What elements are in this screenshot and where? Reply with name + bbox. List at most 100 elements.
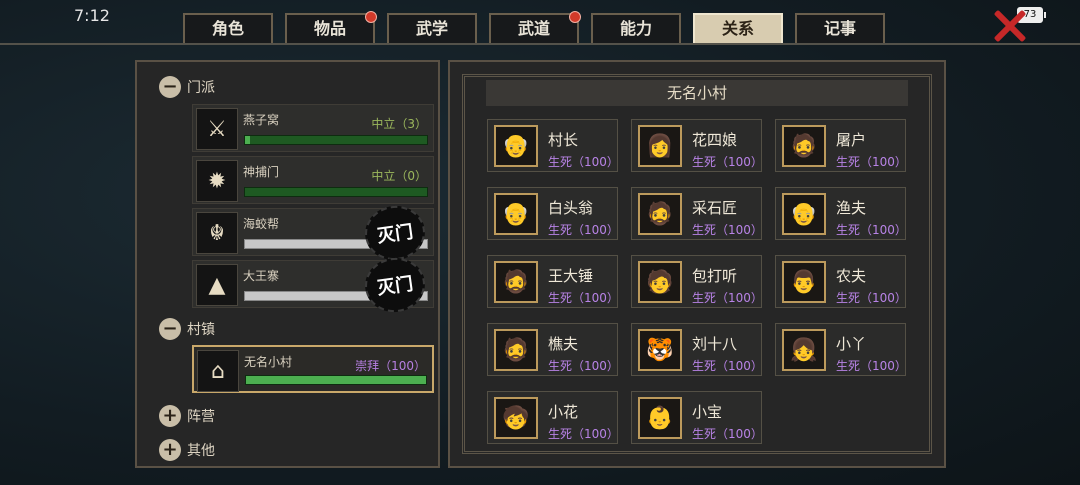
destroyed-stamp: 灭门 <box>361 254 429 316</box>
npc-portrait: 👴 <box>494 125 538 167</box>
npc-portrait: 🐯 <box>638 329 682 371</box>
npc-relation: 生死（100） <box>692 291 763 305</box>
faction-status: 中立（3） <box>371 117 427 131</box>
close-icon[interactable] <box>990 8 1028 44</box>
npc-name: 小宝 <box>692 403 723 421</box>
npc-card[interactable]: 👴 白头翁生死（100） <box>487 187 619 240</box>
expand-icon[interactable]: + <box>159 439 181 461</box>
faction-name: 神捕门 <box>243 165 280 179</box>
tab-label: 武学 <box>415 19 448 38</box>
npc-name: 王大锤 <box>548 267 594 285</box>
npc-portrait: 🧔 <box>782 125 826 167</box>
npc-name: 白头翁 <box>548 199 594 217</box>
town-item-selected[interactable]: ⌂ 无名小村 崇拜（100） <box>192 345 434 393</box>
expand-icon[interactable]: + <box>159 405 181 427</box>
tab-martial-arts[interactable]: 武学 <box>387 13 477 43</box>
mountain-emblem-icon: ▲ <box>196 264 238 306</box>
faction-item[interactable]: ✹ 神捕门 中立（0） <box>192 156 434 204</box>
tab-label: 记事 <box>823 19 856 38</box>
tab-divider <box>0 43 1080 45</box>
npc-relation: 生死（100） <box>692 155 763 169</box>
tab-abilities[interactable]: 能力 <box>591 13 681 43</box>
npc-portrait: 👩 <box>638 125 682 167</box>
npc-card[interactable]: 🐯 刘十八生死（100） <box>631 323 763 376</box>
npc-relation: 生死（100） <box>692 427 763 441</box>
faction-item[interactable]: ▲ 大王寨 灭门 <box>192 254 434 316</box>
notification-dot-icon <box>569 11 581 23</box>
npc-name: 小花 <box>548 403 579 421</box>
npc-portrait: 🧔 <box>494 261 538 303</box>
town-status: 崇拜（100） <box>355 359 426 373</box>
village-title: 无名小村 <box>486 80 908 106</box>
tab-items[interactable]: 物品 <box>285 11 377 43</box>
notification-dot-icon <box>365 11 377 23</box>
faction-name: 大王寨 <box>243 269 280 283</box>
tab-label: 关系 <box>721 19 754 38</box>
npc-card[interactable]: 👶 小宝生死（100） <box>631 391 763 444</box>
npc-card[interactable]: 👴 村长生死（100） <box>487 119 619 172</box>
section-label: 阵营 <box>187 409 215 425</box>
npc-card[interactable]: 👩 花四娘生死（100） <box>631 119 763 172</box>
npc-card[interactable]: 👴 渔夫生死（100） <box>775 187 907 240</box>
npc-card[interactable]: 👧 小丫生死（100） <box>775 323 907 376</box>
npc-card[interactable]: 🧒 小花 生死（100） <box>487 391 619 444</box>
npc-name: 采石匠 <box>692 199 738 217</box>
npc-name: 花四娘 <box>692 131 738 149</box>
faction-list-panel: − 门派 ⚔ 燕子窝 中立（3） ✹ 神捕门 中立（0） ☬ 海蛟帮 灭门 ▲ 大… <box>135 60 440 468</box>
npc-relation: 生死（100） <box>548 223 619 237</box>
npc-portrait: 👧 <box>782 329 826 371</box>
reputation-bar <box>245 375 427 385</box>
npc-name: 屠户 <box>836 131 867 149</box>
npc-card[interactable]: 🧑 包打听 生死（100） <box>631 255 763 308</box>
npc-card[interactable]: 🧔 屠户生死（100） <box>775 119 907 172</box>
npc-name: 农夫 <box>836 267 867 285</box>
npc-card[interactable]: 🧔 采石匠生死（100） <box>631 187 763 240</box>
tab-label: 物品 <box>313 19 346 38</box>
npc-name: 刘十八 <box>692 335 738 353</box>
tab-bar: 角色 物品 武学 武道 能力 关系 记事 <box>183 11 897 43</box>
npc-name: 小丫 <box>836 335 867 353</box>
tab-martial-way[interactable]: 武道 <box>489 11 581 43</box>
npc-card[interactable]: 🧔 王大锤生死（100） <box>487 255 619 308</box>
npc-relation: 生死（100） <box>836 359 907 373</box>
npc-relation: 生死（100） <box>548 155 619 169</box>
npc-relation: 生死（100） <box>836 223 907 237</box>
collapse-icon[interactable]: − <box>159 318 181 340</box>
npc-portrait: 🧔 <box>494 329 538 371</box>
house-emblem-icon: ⌂ <box>197 350 239 392</box>
section-label: 村镇 <box>187 322 215 338</box>
npc-name: 村长 <box>548 131 579 149</box>
status-clock: 7:12 <box>74 6 110 25</box>
section-other[interactable]: + 其他 <box>159 438 215 462</box>
npc-card[interactable]: 🧔 樵夫 生死（100） <box>487 323 619 376</box>
faction-item[interactable]: ☬ 海蛟帮 灭门 <box>192 202 434 264</box>
faction-status: 中立（0） <box>371 169 427 183</box>
npc-portrait: 👶 <box>638 397 682 439</box>
reputation-bar <box>244 135 428 145</box>
section-camp[interactable]: + 阵营 <box>159 404 215 428</box>
npc-card[interactable]: 👨 农夫 生死（100） <box>775 255 907 308</box>
npc-relation: 生死（100） <box>692 359 763 373</box>
section-label: 门派 <box>187 80 215 96</box>
npc-relation: 生死（100） <box>548 291 619 305</box>
npc-name: 渔夫 <box>836 199 867 217</box>
npc-relation: 生死（100） <box>692 223 763 237</box>
section-sect[interactable]: − 门派 <box>159 75 215 99</box>
npc-portrait: 👴 <box>494 193 538 235</box>
tab-relations[interactable]: 关系 <box>693 13 783 43</box>
npc-name: 包打听 <box>692 267 738 285</box>
tab-label: 角色 <box>211 19 244 38</box>
section-town[interactable]: − 村镇 <box>159 317 215 341</box>
faction-name: 海蛟帮 <box>243 217 280 231</box>
collapse-icon[interactable]: − <box>159 76 181 98</box>
tab-character[interactable]: 角色 <box>183 13 273 43</box>
npc-portrait: 👨 <box>782 261 826 303</box>
dragon-emblem-icon: ☬ <box>196 212 238 254</box>
npc-relation: 生死（100） <box>548 427 619 441</box>
town-name: 无名小村 <box>244 355 293 369</box>
npc-portrait: 👴 <box>782 193 826 235</box>
faction-item[interactable]: ⚔ 燕子窝 中立（3） <box>192 104 434 152</box>
npc-portrait: 🧔 <box>638 193 682 235</box>
tab-journal[interactable]: 记事 <box>795 13 885 43</box>
npc-relation: 生死（100） <box>836 155 907 169</box>
